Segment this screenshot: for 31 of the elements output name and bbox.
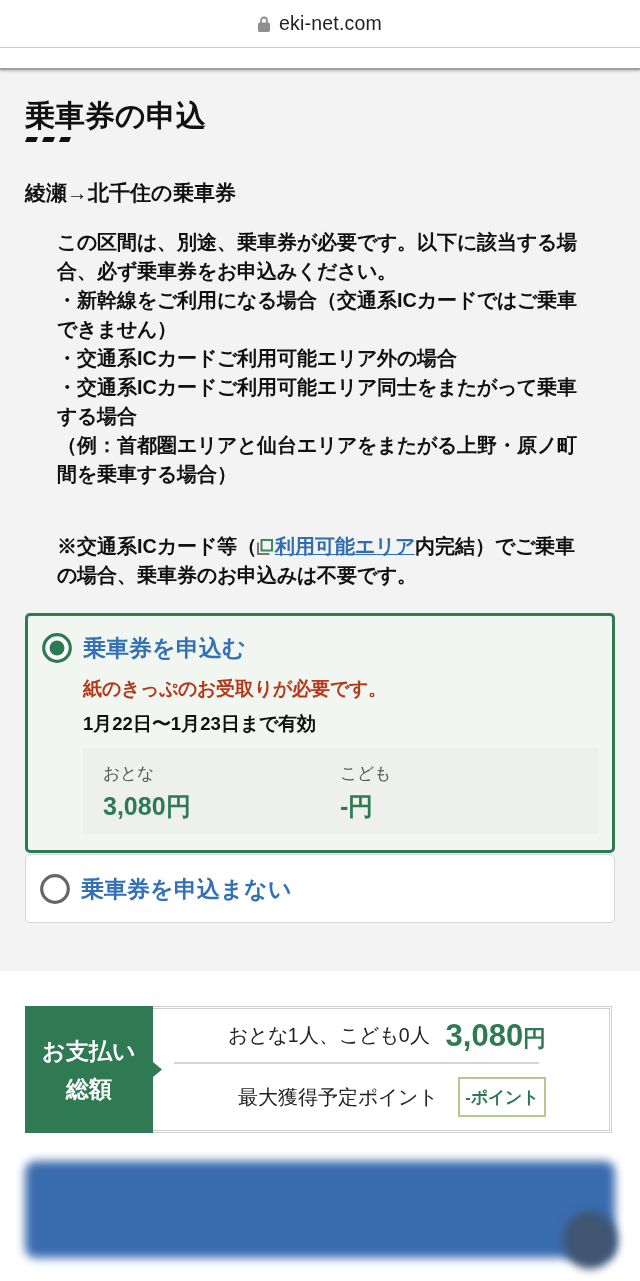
url-text[interactable]: eki-net.com xyxy=(279,12,382,35)
notice-bullet: ・交通系ICカードご利用可能エリア外の場合 xyxy=(57,346,458,371)
new-window-icon xyxy=(256,539,273,555)
total-amount: 3,080円 xyxy=(445,1017,547,1054)
option-label: 乗車券を申込まない xyxy=(81,875,292,904)
notice-text: この区間は、別途、乗車券が必要です。以下に該当する場合、必ず乗車券をお申込みください。 xyxy=(57,230,578,285)
passenger-count: おとな1人、こども0人 xyxy=(227,1023,430,1048)
notice-bullet: ・新幹線をご利用になる場合（交通系ICカードではご乗車できません） xyxy=(57,288,578,342)
blurred-button[interactable] xyxy=(25,1161,615,1258)
notice-example: （例：首都圏エリアと仙台エリアをまたがる上野・原ノ町間を乗車する場合） xyxy=(57,433,578,487)
points-label: 最大獲得予定ポイント xyxy=(238,1084,439,1110)
option-card[interactable]: 乗車券を申込まない xyxy=(25,854,615,923)
page-title: 乗車券の申込 xyxy=(25,98,206,134)
notice-bullet: ・交通系ICカードご利用可能エリア同士をまたがって乗車する場合 xyxy=(57,375,578,429)
blurred-round-button[interactable] xyxy=(563,1211,617,1269)
radio-button[interactable] xyxy=(40,874,70,904)
validity-text: 1月22日〜1月23日まで有効 xyxy=(83,712,317,736)
area-link[interactable]: 利用可能エリア xyxy=(274,535,415,557)
note-text: ※交通系ICカード等（ 利用可能エリア内完結）でご乗車の場合、乗車券のお申込みは不要です。 xyxy=(57,534,576,588)
fare-amount: 3,080円 xyxy=(103,791,192,822)
option-label: 乗車券を申込む xyxy=(83,634,246,663)
option-card[interactable]: 乗車券を申込む 紙のきっぷのお受取りが必要です。 1月22日〜1月23日まで有効 おとな 3,080円 こども -円 xyxy=(25,613,615,853)
radio-button[interactable] xyxy=(42,633,72,663)
route-heading: 綾瀬→北千住の乗車券 xyxy=(25,180,236,206)
payment-total-heading: お支払い 総額 xyxy=(25,1006,162,1133)
warning-text: 紙のきっぷのお受取りが必要です。 xyxy=(83,677,388,701)
fare-label: こども xyxy=(340,763,392,784)
points-badge: -ポイント xyxy=(458,1077,546,1117)
dashed-underline-icon xyxy=(25,137,71,142)
fare-label: おとな xyxy=(103,763,155,784)
fare-amount: -円 xyxy=(340,791,375,822)
